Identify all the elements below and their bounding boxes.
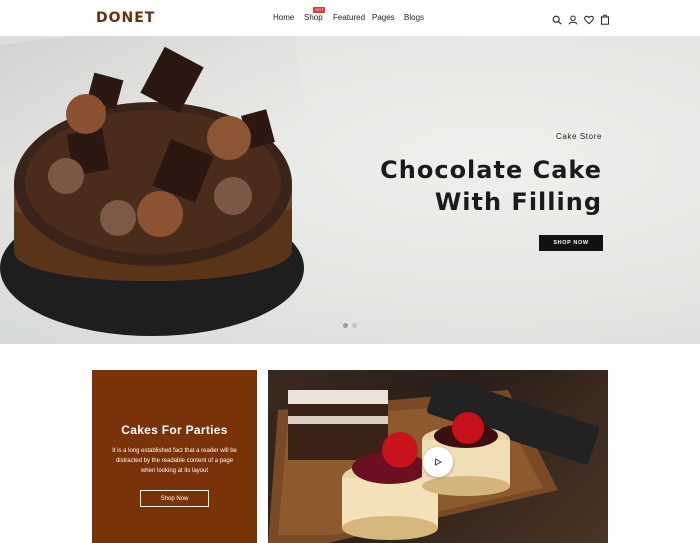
promo-card: Cakes For Parties It is a long establish… [92, 370, 257, 543]
slider-dots [343, 323, 357, 328]
slider-dot-1[interactable] [343, 323, 348, 328]
hero-title: Chocolate Cake With Filling [380, 154, 602, 218]
promo-text: It is a long established fact that a rea… [112, 448, 237, 474]
hero-title-line-1: Chocolate Cake [380, 156, 602, 184]
hot-badge: HOT [313, 7, 326, 13]
bag-icon[interactable] [600, 12, 610, 25]
user-icon[interactable] [568, 12, 578, 25]
nav-blogs[interactable]: Blogs [404, 13, 424, 22]
hero-subtitle: Cake Store [555, 132, 602, 141]
nav-shop-label: Shop [304, 13, 323, 22]
hero-title-line-2: With Filling [434, 188, 602, 216]
hero-banner: Cake Store Chocolate Cake With Filling S… [0, 36, 700, 344]
play-icon [435, 458, 442, 466]
play-video-button[interactable] [423, 447, 453, 477]
hero-cake-image [0, 46, 304, 336]
header-icons [552, 12, 610, 25]
shop-now-button[interactable]: SHOP NOW [539, 235, 603, 251]
nav-featured[interactable]: Featured [333, 13, 365, 22]
nav-home[interactable]: Home [273, 13, 294, 22]
nav-pages[interactable]: Pages [372, 13, 395, 22]
site-header: DONET Home Shop HOT Featured Pages Blogs [0, 0, 700, 36]
promo-shop-now-button[interactable]: Shop Now [140, 490, 209, 507]
nav-shop[interactable]: Shop HOT [304, 7, 326, 22]
search-icon[interactable] [552, 12, 562, 25]
heart-icon[interactable] [584, 12, 594, 25]
slider-dot-2[interactable] [352, 323, 357, 328]
brand-logo[interactable]: DONET [96, 10, 155, 26]
promo-title: Cakes For Parties [121, 423, 228, 437]
